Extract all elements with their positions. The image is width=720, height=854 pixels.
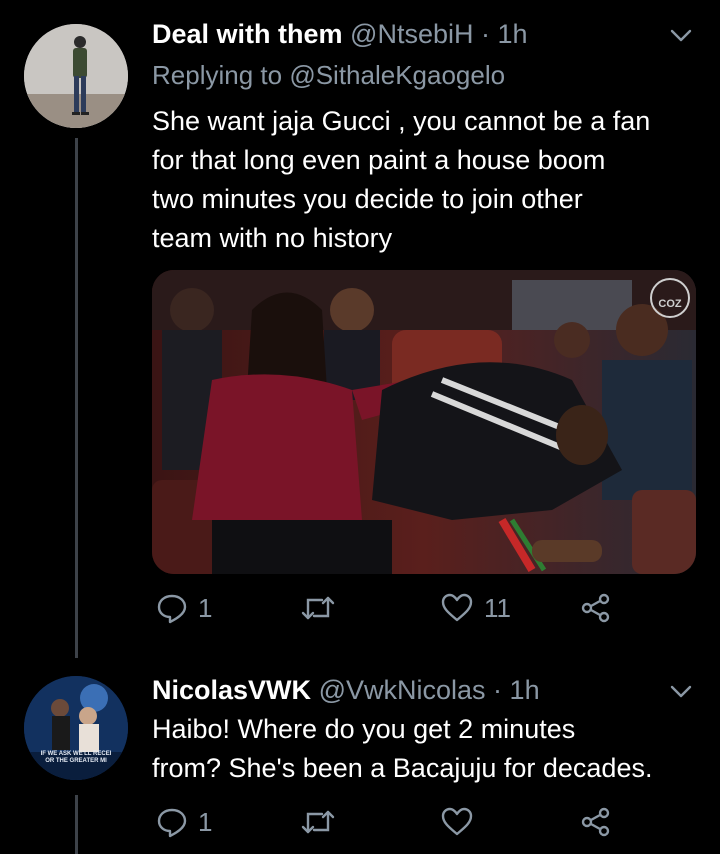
separator-dot: · — [481, 19, 491, 49]
share-icon — [581, 593, 610, 623]
reply-icon — [157, 808, 187, 838]
retweet-icon — [301, 810, 335, 834]
like-count: 11 — [484, 592, 511, 623]
avatar-photo — [24, 24, 128, 128]
tweet-text-line: Haibo! Where do you get 2 minutes — [152, 714, 576, 744]
replying-handle[interactable]: @SithaleKgaogelo — [289, 60, 505, 90]
user-handle[interactable]: @NtsebiH — [350, 19, 473, 49]
retweet-button[interactable] — [300, 592, 346, 624]
tweet-text-line: She want jaja Gucci , you cannot be a fa… — [152, 106, 651, 136]
share-button[interactable] — [580, 806, 612, 838]
timestamp[interactable]: 1h — [498, 19, 528, 49]
reply-count: 1 — [198, 806, 213, 837]
tweet-text-line: two minutes you decide to join other — [152, 184, 583, 214]
retweet-icon — [301, 596, 335, 620]
user-handle[interactable]: @VwkNicolas — [319, 675, 486, 705]
display-name[interactable]: NicolasVWK — [152, 675, 311, 705]
watermark-text: COZ — [658, 298, 682, 310]
timestamp[interactable]: 1h — [510, 675, 540, 705]
tweet-text: Haibo! Where do you get 2 minutes from? … — [152, 710, 652, 788]
tweet-text: She want jaja Gucci , you cannot be a fa… — [152, 102, 650, 258]
reply-count: 1 — [198, 592, 213, 623]
chevron-down-icon[interactable] — [668, 22, 694, 48]
avatar[interactable]: IF WE ASK WE'LL RECEI OR THE GREATER MI — [24, 676, 128, 780]
tweet-text-line: team with no history — [152, 223, 393, 253]
retweet-button[interactable] — [300, 806, 346, 838]
tweet[interactable]: Deal with them @NtsebiH · 1h Replying to… — [0, 0, 720, 660]
tweet-actions: 1 11 — [152, 592, 622, 632]
avatar-caption-line: OR THE GREATER MI — [45, 758, 107, 764]
reply-button[interactable]: 1 — [156, 806, 212, 838]
heart-icon — [441, 593, 473, 622]
like-button[interactable] — [440, 806, 484, 838]
tweet[interactable]: IF WE ASK WE'LL RECEI OR THE GREATER MI … — [0, 660, 720, 854]
heart-icon — [441, 807, 473, 836]
like-button[interactable]: 11 — [440, 592, 511, 624]
tweet-text-line: for that long even paint a house boom — [152, 145, 606, 175]
separator-dot: · — [493, 675, 503, 705]
share-button[interactable] — [580, 592, 612, 624]
reply-button[interactable]: 1 — [156, 592, 212, 624]
media-watermark: COZ — [650, 278, 690, 318]
tweet-image[interactable]: COZ — [152, 270, 696, 574]
share-icon — [581, 807, 610, 837]
tweet-text-line: from? She's been a Bacajuju for decades. — [152, 753, 653, 783]
avatar[interactable] — [24, 24, 128, 128]
reply-icon — [157, 594, 187, 624]
replying-prefix: Replying to — [152, 60, 283, 90]
photo-scene — [152, 270, 696, 574]
display-name[interactable]: Deal with them — [152, 19, 343, 49]
replying-to: Replying to @SithaleKgaogelo — [152, 60, 505, 91]
chevron-down-icon[interactable] — [668, 678, 694, 704]
avatar-caption-line: IF WE ASK WE'LL RECEI — [40, 751, 112, 757]
avatar-caption: IF WE ASK WE'LL RECEI OR THE GREATER MI — [24, 751, 128, 765]
tweet-actions: 1 — [152, 806, 622, 846]
